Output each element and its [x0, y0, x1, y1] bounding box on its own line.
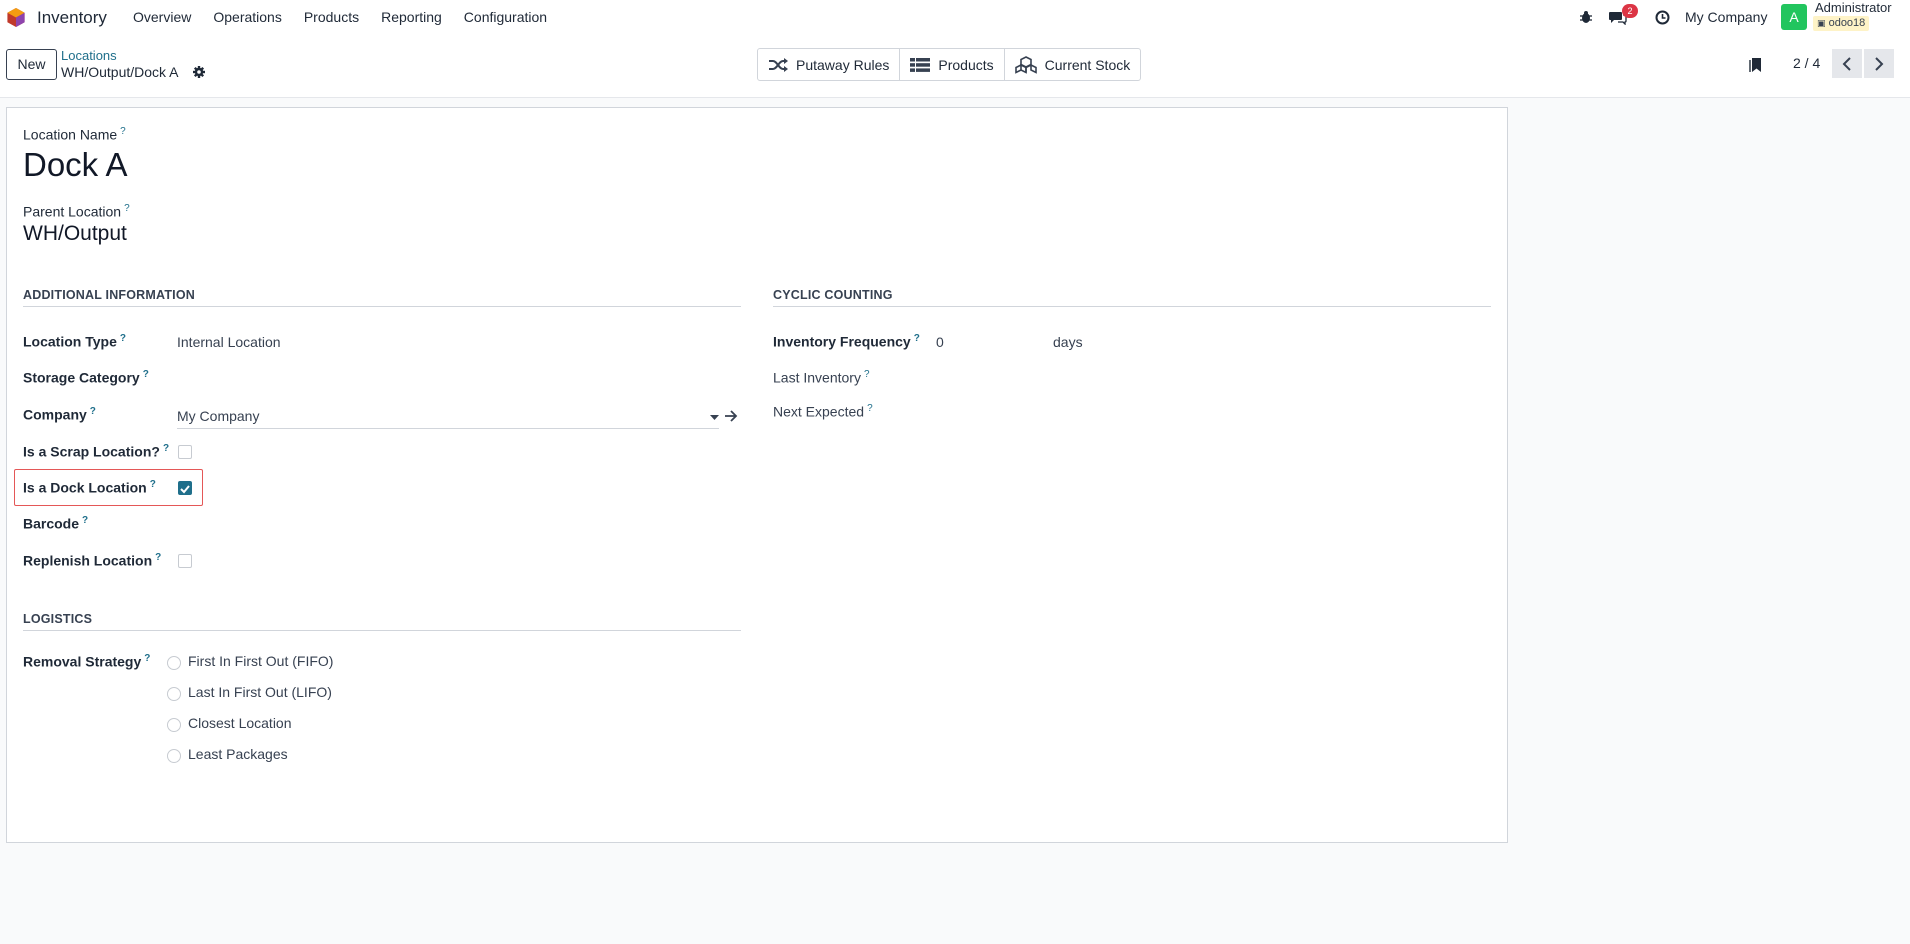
- barcode-field[interactable]: [177, 513, 719, 535]
- company-value: My Company: [177, 408, 260, 424]
- parent-location-label: Parent Location?: [23, 203, 130, 220]
- menu-configuration[interactable]: Configuration: [453, 0, 558, 34]
- database-icon: ▣: [1817, 18, 1826, 28]
- internal-link-arrow-icon[interactable]: [724, 410, 738, 422]
- help-icon[interactable]: ?: [120, 333, 126, 344]
- new-button[interactable]: New: [6, 49, 57, 80]
- app-name[interactable]: Inventory: [37, 8, 107, 28]
- breadcrumb-locations[interactable]: Locations: [61, 48, 117, 63]
- company-switcher[interactable]: My Company: [1685, 9, 1767, 25]
- form-sheet: Location Name? Dock A Parent Location? W…: [6, 107, 1508, 843]
- database-name: odoo18: [1828, 17, 1866, 29]
- help-icon[interactable]: ?: [864, 369, 870, 380]
- parent-location-value[interactable]: WH/Output: [23, 222, 127, 246]
- top-navbar: Inventory Overview Operations Products R…: [0, 0, 1910, 34]
- additional-information-title: ADDITIONAL INFORMATION: [23, 288, 741, 307]
- barcode-label: Barcode?: [23, 515, 89, 532]
- gear-icon[interactable]: [192, 65, 206, 79]
- user-name[interactable]: Administrator: [1815, 0, 1892, 15]
- company-label: Company?: [23, 406, 96, 423]
- help-icon[interactable]: ?: [144, 653, 150, 664]
- chevron-right-icon: [1875, 56, 1884, 71]
- inventory-frequency-label: Inventory Frequency?: [773, 333, 920, 350]
- current-stock-button[interactable]: Current Stock: [1005, 49, 1141, 80]
- products-button[interactable]: Products: [900, 49, 1005, 80]
- pager-previous-button[interactable]: [1832, 49, 1862, 78]
- menu-overview[interactable]: Overview: [122, 0, 202, 34]
- next-expected-label: Next Expected?: [773, 403, 873, 420]
- replenish-location-label: Replenish Location?: [23, 552, 162, 569]
- location-name-label: Location Name?: [23, 126, 126, 143]
- check-icon: [180, 485, 190, 494]
- location-type-label: Location Type?: [23, 333, 126, 350]
- last-inventory-label: Last Inventory?: [773, 369, 870, 386]
- help-icon[interactable]: ?: [143, 369, 149, 380]
- menu-reporting[interactable]: Reporting: [370, 0, 453, 34]
- help-icon[interactable]: ?: [82, 515, 88, 526]
- user-avatar[interactable]: A: [1781, 4, 1807, 30]
- current-stock-label: Current Stock: [1044, 56, 1131, 73]
- bookmark-icon[interactable]: [1749, 57, 1763, 73]
- inventory-frequency-value[interactable]: 0: [936, 334, 944, 350]
- inventory-app-icon[interactable]: [6, 7, 26, 28]
- removal-fifo-radio[interactable]: [167, 656, 181, 670]
- removal-closest-radio[interactable]: [167, 718, 181, 732]
- removal-closest-label[interactable]: Closest Location: [188, 715, 292, 731]
- bug-icon[interactable]: [1576, 0, 1596, 34]
- products-label: Products: [938, 56, 994, 73]
- scrap-location-label: Is a Scrap Location??: [23, 443, 170, 460]
- replenish-location-checkbox[interactable]: [178, 554, 192, 568]
- location-type-value[interactable]: Internal Location: [177, 334, 281, 350]
- cyclic-counting-title: CYCLIC COUNTING: [773, 288, 1491, 307]
- removal-lifo-radio[interactable]: [167, 687, 181, 701]
- smart-buttons: Putaway Rules Products Current Stock: [757, 48, 1142, 81]
- dock-location-label: Is a Dock Location?: [23, 479, 156, 496]
- menu-products[interactable]: Products: [293, 0, 370, 34]
- main-menu: Overview Operations Products Reporting C…: [122, 0, 558, 34]
- putaway-rules-label: Putaway Rules: [796, 56, 890, 73]
- caret-down-icon[interactable]: [710, 415, 719, 421]
- list-icon: [910, 57, 931, 72]
- logistics-title: LOGISTICS: [23, 612, 741, 631]
- removal-lifo-label[interactable]: Last In First Out (LIFO): [188, 684, 332, 700]
- putaway-rules-button[interactable]: Putaway Rules: [758, 49, 901, 80]
- help-icon[interactable]: ?: [120, 126, 126, 137]
- help-icon[interactable]: ?: [914, 333, 920, 344]
- breadcrumb-current: WH/Output/Dock A: [61, 64, 179, 80]
- menu-operations[interactable]: Operations: [202, 0, 292, 34]
- control-panel: New Locations WH/Output/Dock A Putaway R…: [0, 34, 1910, 98]
- removal-fifo-label[interactable]: First In First Out (FIFO): [188, 653, 333, 669]
- help-icon[interactable]: ?: [124, 203, 130, 214]
- removal-strategy-label: Removal Strategy?: [23, 653, 151, 670]
- database-tag: ▣ odoo18: [1813, 16, 1870, 31]
- help-icon[interactable]: ?: [150, 479, 156, 490]
- storage-category-field[interactable]: [177, 367, 719, 389]
- help-icon[interactable]: ?: [163, 443, 169, 454]
- company-field[interactable]: My Company: [177, 407, 719, 429]
- pager-value[interactable]: 2 / 4: [1793, 55, 1820, 71]
- removal-least-packages-label[interactable]: Least Packages: [188, 746, 288, 762]
- scrap-location-checkbox[interactable]: [178, 445, 192, 459]
- help-icon[interactable]: ?: [867, 403, 873, 414]
- help-icon[interactable]: ?: [155, 552, 161, 563]
- help-icon[interactable]: ?: [90, 406, 96, 417]
- shuffle-icon: [769, 57, 788, 72]
- inventory-frequency-unit: days: [1053, 334, 1083, 350]
- pager-next-button[interactable]: [1864, 49, 1894, 78]
- chat-badge: 2: [1622, 4, 1638, 18]
- location-name-value[interactable]: Dock A: [23, 146, 128, 184]
- removal-least-packages-radio[interactable]: [167, 749, 181, 763]
- clock-icon[interactable]: [1652, 0, 1672, 34]
- dock-location-checkbox[interactable]: [178, 481, 192, 495]
- chevron-left-icon: [1842, 56, 1851, 71]
- storage-category-label: Storage Category?: [23, 369, 149, 386]
- cubes-icon: [1014, 55, 1037, 74]
